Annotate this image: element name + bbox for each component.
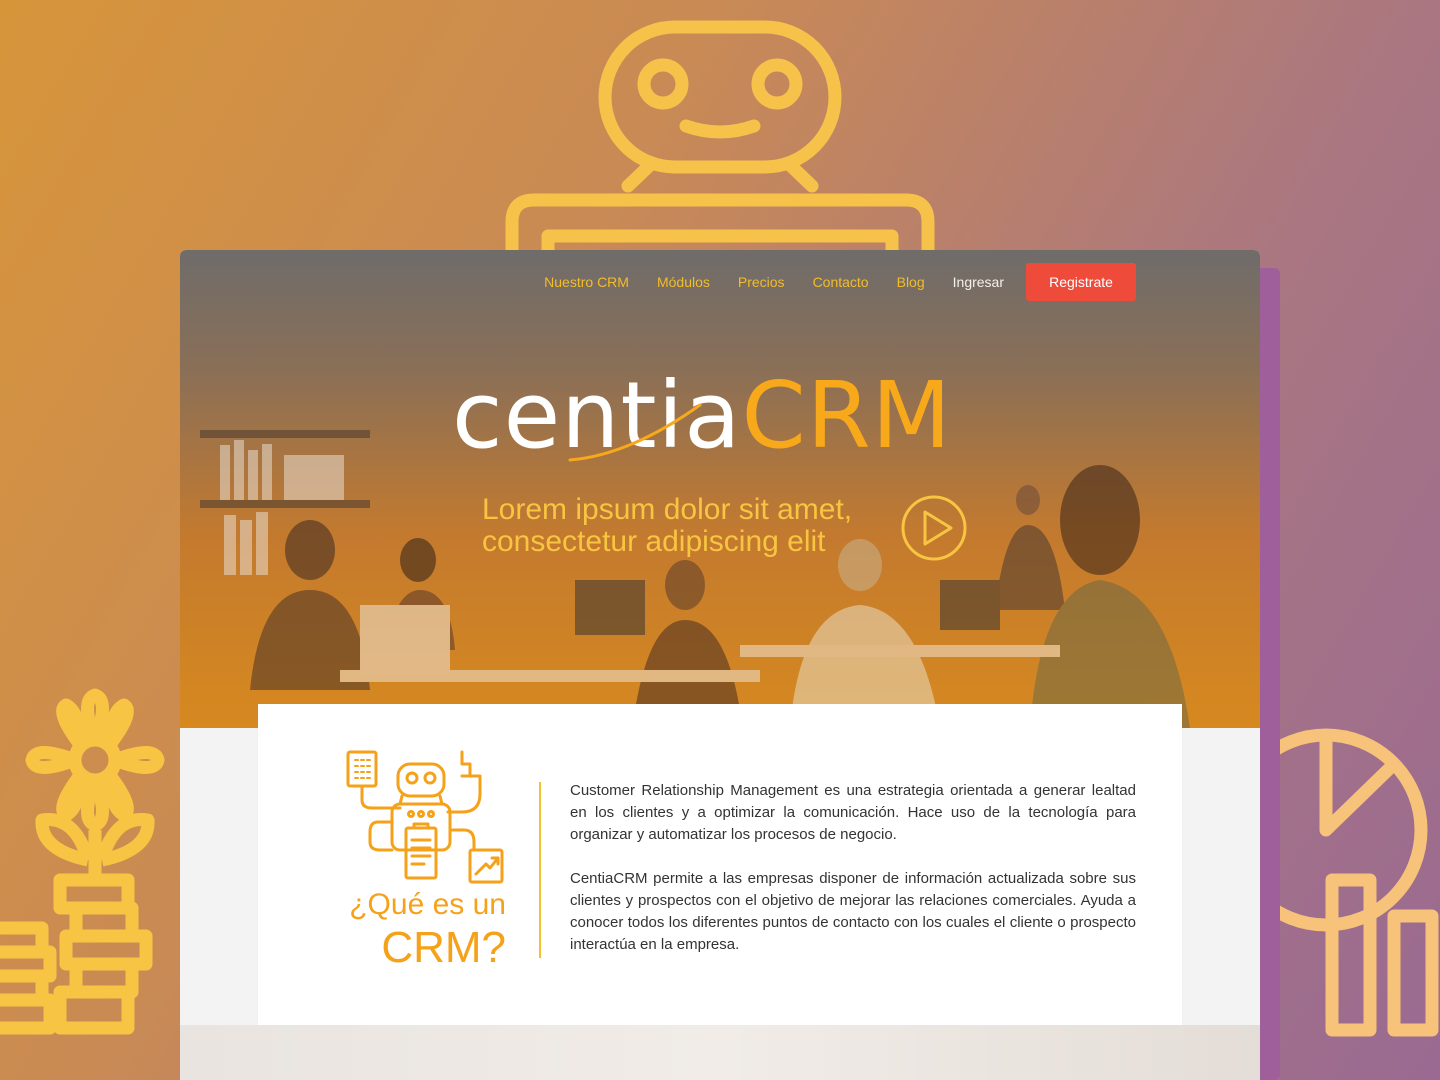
play-icon[interactable] [900,494,968,562]
nav-link-precios[interactable]: Precios [738,274,785,290]
register-button[interactable]: Registrate [1026,263,1136,301]
main-nav: Nuestro CRM Módulos Precios Contacto Blo… [544,263,1136,301]
crm-heading: ¿Qué es un CRM? [336,890,506,970]
login-link[interactable]: Ingresar [953,274,1004,290]
tagline-line-1: Lorem ipsum dolor sit amet, [482,493,853,526]
nav-link-contacto[interactable]: Contacto [813,274,869,290]
tagline-line-2: consectetur adipiscing elit [482,525,826,558]
crm-heading-line-2: CRM? [381,923,506,972]
website-mockup: Nuestro CRM Módulos Precios Contacto Blo… [180,250,1260,1080]
crm-description-paragraph-2: CentiaCRM permite a las empresas dispone… [570,870,1136,953]
hero-tagline: Lorem ipsum dolor sit amet, consectetur … [482,494,902,558]
next-section-preview [180,1025,1260,1080]
logo-swoosh-icon [568,403,702,462]
crm-description: Customer Relationship Management es una … [570,780,1136,956]
nav-link-nuestro-crm[interactable]: Nuestro CRM [544,274,629,290]
crm-description-paragraph-1: Customer Relationship Management es una … [570,782,1136,843]
crm-robot-illustration [346,750,504,884]
section-divider [539,782,541,958]
hero-section: Nuestro CRM Módulos Precios Contacto Blo… [180,250,1260,728]
logo-text-crm: CRM [741,362,953,469]
about-crm-card: ¿Qué es un CRM? Customer Relationship Ma… [258,704,1182,1050]
nav-link-blog[interactable]: Blog [897,274,925,290]
crm-heading-line-1: ¿Qué es un [349,888,506,921]
nav-link-modulos[interactable]: Módulos [657,274,710,290]
hero-office-photo [200,430,1190,728]
